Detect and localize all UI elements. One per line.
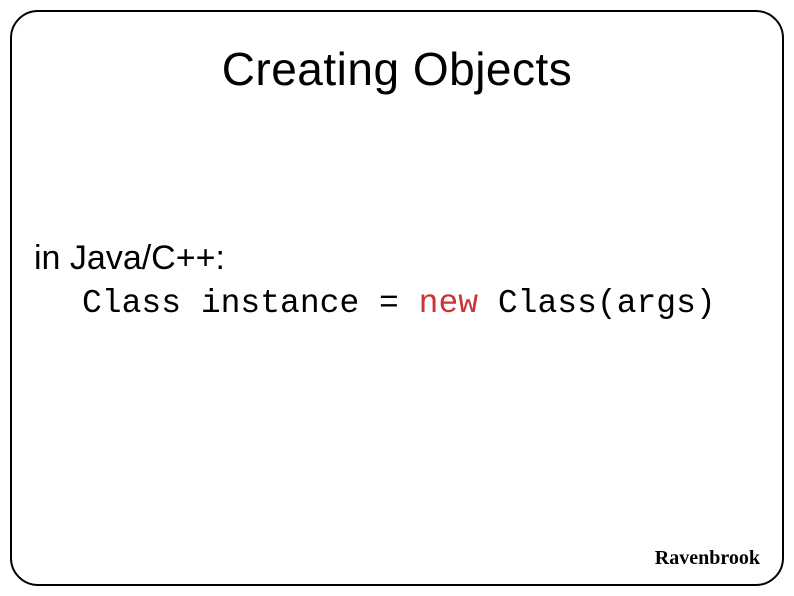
code-keyword-new: new	[419, 285, 478, 322]
code-part1: Class instance =	[82, 285, 419, 322]
intro-text: in Java/C++:	[34, 236, 762, 282]
slide-content: in Java/C++: Class instance = new Class(…	[32, 236, 762, 326]
footer-brand: Ravenbrook	[655, 547, 760, 570]
slide-title: Creating Objects	[32, 42, 762, 96]
slide-frame: Creating Objects in Java/C++: Class inst…	[10, 10, 784, 586]
code-example: Class instance = new Class(args)	[34, 282, 762, 327]
code-part2: Class(args)	[478, 285, 716, 322]
